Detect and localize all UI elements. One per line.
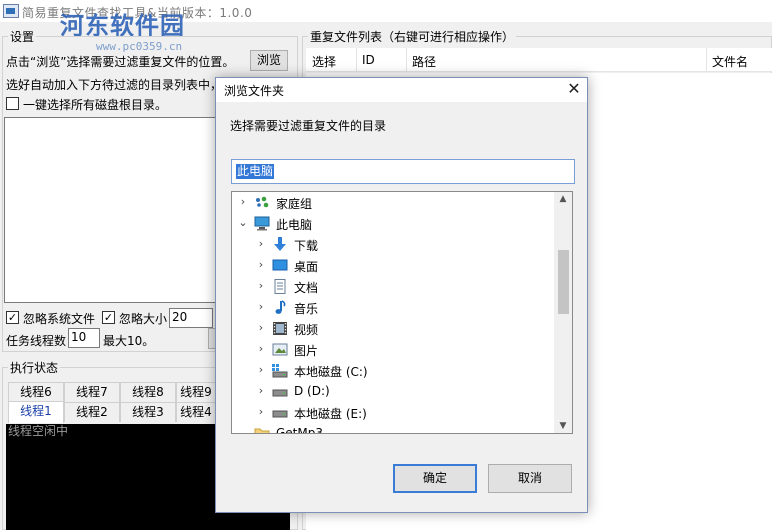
tab-thread8[interactable]: 线程8 bbox=[120, 382, 176, 402]
column-header-id[interactable]: ID bbox=[362, 53, 375, 67]
tab-thread2[interactable]: 线程2 bbox=[64, 402, 120, 422]
folder-path-input[interactable]: 此电脑 bbox=[231, 159, 575, 184]
chevron-right-icon[interactable]: › bbox=[256, 237, 266, 250]
scroll-down-arrow-icon[interactable]: ▼ bbox=[554, 419, 572, 433]
ignore-system-checkbox[interactable]: ✓ bbox=[6, 311, 19, 324]
scroll-thumb[interactable] bbox=[558, 250, 569, 314]
tab-thread4[interactable]: 线程4 bbox=[176, 402, 216, 422]
ignore-size-input[interactable]: 20 bbox=[169, 308, 213, 328]
scroll-up-arrow-icon[interactable]: ▲ bbox=[554, 192, 572, 206]
instruction-text: 点击“浏览”选择需要过滤重复文件的位置。 bbox=[6, 55, 235, 69]
tree-item-label: D (D:) bbox=[294, 384, 330, 398]
tab-thread7[interactable]: 线程7 bbox=[64, 382, 120, 402]
chevron-right-icon[interactable]: › bbox=[256, 363, 266, 376]
tree-item-pictures[interactable]: › 图片 bbox=[232, 339, 554, 360]
tree-item-label: GetMp3 bbox=[276, 426, 323, 434]
column-separator[interactable] bbox=[356, 48, 357, 72]
ignore-size-checkbox[interactable]: ✓ bbox=[102, 311, 115, 324]
select-all-disks-checkbox[interactable] bbox=[6, 97, 19, 110]
dialog-title: 浏览文件夹 bbox=[224, 84, 285, 98]
tree-item-label: 桌面 bbox=[294, 260, 319, 274]
browse-folder-dialog: 浏览文件夹 ✕ 选择需要过滤重复文件的目录 此电脑 › 家庭组 ⌄ 此电脑 › bbox=[215, 77, 588, 513]
tree-item-drive-d[interactable]: › D (D:) bbox=[232, 381, 554, 402]
music-folder-icon bbox=[272, 300, 288, 315]
results-table-header: 选择 ID 路径 文件名 bbox=[306, 48, 772, 72]
chevron-right-icon[interactable]: › bbox=[256, 300, 266, 313]
dialog-description: 选择需要过滤重复文件的目录 bbox=[230, 119, 387, 133]
chevron-right-icon[interactable]: › bbox=[256, 321, 266, 334]
close-icon[interactable]: ✕ bbox=[564, 79, 584, 99]
tree-item-videos[interactable]: › 视频 bbox=[232, 318, 554, 339]
tree-scrollbar[interactable]: ▲ ▼ bbox=[554, 192, 572, 433]
tree-item-label: 音乐 bbox=[294, 302, 319, 316]
chevron-right-icon[interactable]: › bbox=[256, 405, 266, 418]
documents-folder-icon bbox=[272, 279, 288, 294]
tree-item-music[interactable]: › 音乐 bbox=[232, 297, 554, 318]
tree-item-downloads[interactable]: › 下载 bbox=[232, 234, 554, 255]
thread-count-input[interactable]: 10 bbox=[68, 328, 100, 348]
tree-item-getmp3[interactable]: GetMp3 bbox=[232, 423, 554, 434]
tab-thread6[interactable]: 线程6 bbox=[8, 382, 64, 402]
tree-item-label: 图片 bbox=[294, 344, 319, 358]
tree-item-this-pc[interactable]: ⌄ 此电脑 bbox=[232, 213, 554, 234]
tree-item-label: 家庭组 bbox=[276, 197, 313, 211]
tab-thread1[interactable]: 线程1 bbox=[8, 401, 64, 423]
column-separator[interactable] bbox=[706, 48, 707, 72]
chevron-right-icon[interactable]: › bbox=[238, 195, 248, 208]
computer-icon bbox=[254, 216, 270, 231]
drive-icon bbox=[272, 384, 288, 399]
drive-icon bbox=[272, 405, 288, 420]
tab-thread3[interactable]: 线程3 bbox=[120, 402, 176, 422]
tree-item-drive-e[interactable]: › 本地磁盘 (E:) bbox=[232, 402, 554, 423]
download-folder-icon bbox=[272, 237, 288, 252]
tree-item-label: 下载 bbox=[294, 239, 319, 253]
chevron-right-icon[interactable]: › bbox=[256, 258, 266, 271]
tree-item-label: 视频 bbox=[294, 323, 319, 337]
folder-tree[interactable]: › 家庭组 ⌄ 此电脑 › 下载 › 桌面 › 文档 › 音乐 › 视频 › 图… bbox=[231, 191, 573, 434]
browse-button[interactable]: 浏览 bbox=[250, 50, 288, 71]
ignore-size-label: 忽略大小 bbox=[119, 312, 168, 326]
ok-button[interactable]: 确定 bbox=[393, 464, 477, 493]
dialog-title-bar: 浏览文件夹 ✕ bbox=[216, 78, 587, 102]
tree-item-documents[interactable]: › 文档 bbox=[232, 276, 554, 297]
select-all-disks-label: 一键选择所有磁盘根目录。 bbox=[23, 98, 168, 112]
desktop-folder-icon bbox=[272, 258, 288, 273]
chevron-right-icon[interactable]: › bbox=[256, 384, 266, 397]
tab-thread9[interactable]: 线程9 bbox=[176, 382, 216, 402]
tree-item-label: 此电脑 bbox=[276, 218, 313, 232]
ignore-system-label: 忽略系统文件 bbox=[23, 312, 96, 326]
tree-item-label: 文档 bbox=[294, 281, 319, 295]
pictures-folder-icon bbox=[272, 342, 288, 357]
folder-icon bbox=[254, 426, 270, 433]
column-header-filename[interactable]: 文件名 bbox=[712, 53, 748, 70]
column-separator[interactable] bbox=[406, 48, 407, 72]
status-group-title: 执行状态 bbox=[8, 359, 61, 376]
tree-item-desktop[interactable]: › 桌面 bbox=[232, 255, 554, 276]
tree-item-drive-c[interactable]: › 本地磁盘 (C:) bbox=[232, 360, 554, 381]
settings-group-title: 设置 bbox=[8, 28, 37, 45]
thread-max-label: 最大10。 bbox=[103, 334, 155, 348]
system-drive-icon bbox=[272, 363, 288, 378]
tree-item-label: 本地磁盘 (E:) bbox=[294, 407, 367, 421]
column-header-path[interactable]: 路径 bbox=[412, 53, 436, 70]
column-header-select[interactable]: 选择 bbox=[312, 53, 336, 70]
results-group-title: 重复文件列表（右键可进行相应操作） bbox=[308, 28, 517, 45]
auto-add-hint: 选好自动加入下方待过滤的目录列表中， bbox=[6, 78, 223, 92]
chevron-right-icon[interactable]: › bbox=[256, 279, 266, 292]
chevron-down-icon[interactable]: ⌄ bbox=[238, 216, 248, 229]
homegroup-icon bbox=[254, 195, 270, 210]
thread-count-label: 任务线程数 bbox=[6, 334, 67, 348]
cancel-button[interactable]: 取消 bbox=[488, 464, 572, 493]
tree-item-label: 本地磁盘 (C:) bbox=[294, 365, 368, 379]
tree-item-homegroup[interactable]: › 家庭组 bbox=[232, 192, 554, 213]
videos-folder-icon bbox=[272, 321, 288, 336]
folder-path-value: 此电脑 bbox=[236, 164, 275, 179]
app-icon bbox=[3, 4, 19, 18]
chevron-right-icon[interactable]: › bbox=[256, 342, 266, 355]
